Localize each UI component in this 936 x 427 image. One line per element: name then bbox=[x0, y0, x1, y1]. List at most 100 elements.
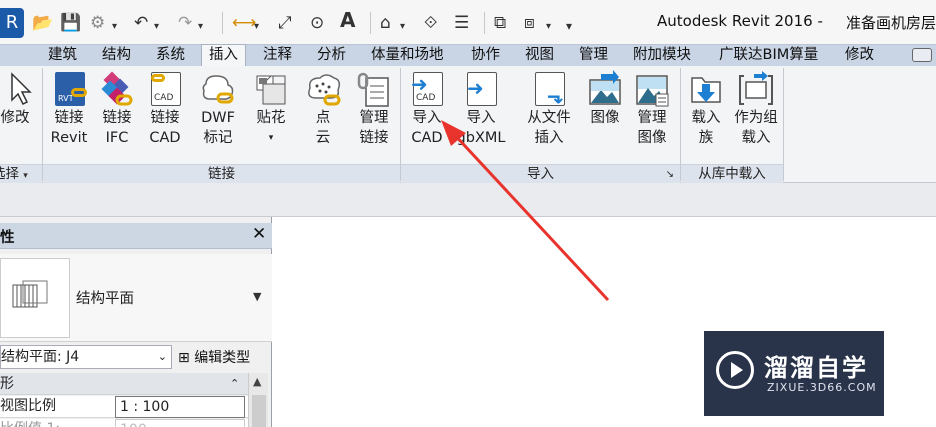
import-gbxml-button[interactable]: ➜ 导入 gbXML bbox=[453, 70, 509, 148]
tab-view[interactable]: 视图 bbox=[525, 45, 554, 67]
dialog-launcher-icon[interactable]: ↘ bbox=[666, 165, 674, 184]
property-group-header[interactable]: 形 ⌃ bbox=[0, 373, 248, 395]
import-gbxml-label-1: 导入 bbox=[466, 110, 496, 126]
chevron-down-icon: ▾ bbox=[23, 171, 28, 181]
scroll-up-icon[interactable]: ▲ bbox=[253, 375, 261, 388]
cursor-arrow-icon bbox=[4, 70, 34, 108]
load-family-button[interactable]: 载入 族 bbox=[686, 70, 726, 148]
import-panel-label-text: 导入 bbox=[527, 166, 554, 182]
dwf-markup-label-2: 标记 bbox=[203, 130, 233, 146]
insert-from-file-button[interactable]: ⬎ 从文件 插入 bbox=[521, 70, 577, 148]
dimension-icon[interactable]: ⤢ bbox=[278, 13, 292, 33]
link-ifc-label-1: 链接 bbox=[102, 110, 132, 126]
collapse-icon[interactable]: ⌃ bbox=[230, 373, 239, 395]
tab-analyze[interactable]: 分析 bbox=[317, 45, 346, 67]
link-revit-button[interactable]: RVT 链接 Revit bbox=[48, 70, 90, 148]
close-hidden-icon[interactable]: ⧉ bbox=[494, 13, 506, 33]
3d-view-icon[interactable]: ⌂ bbox=[380, 13, 391, 33]
load-as-group-icon bbox=[738, 70, 774, 108]
manage-images-icon bbox=[634, 70, 670, 108]
view-instance-selector[interactable]: 结构平面: J4 ⌄ bbox=[0, 345, 172, 369]
watermark-url: ZIXUE.3D66.COM bbox=[767, 381, 877, 394]
load-from-library-panel-label: 从库中载入 bbox=[681, 164, 783, 183]
chevron-down-icon[interactable]: ▾ bbox=[112, 17, 117, 37]
image-button[interactable]: 图像 bbox=[585, 70, 625, 128]
tab-modify[interactable]: 修改 bbox=[845, 45, 874, 67]
close-icon[interactable]: ✕ bbox=[252, 224, 266, 244]
sync-icon[interactable]: ⚙ bbox=[90, 13, 105, 33]
view-scale-input[interactable]: 1 : 100 bbox=[115, 396, 245, 418]
section-icon[interactable]: ⟐ bbox=[424, 13, 437, 33]
import-cad-button[interactable]: CAD ➜ 导入 CAD bbox=[405, 70, 449, 148]
type-selector[interactable]: 结构平面 ▼ bbox=[0, 254, 272, 342]
chevron-down-icon[interactable]: ▾ bbox=[254, 17, 259, 37]
tab-glodon-bim[interactable]: 广联达BIM算量 bbox=[719, 45, 818, 67]
point-cloud-label-1: 点 bbox=[315, 110, 331, 126]
tab-manage[interactable]: 管理 bbox=[579, 45, 608, 67]
link-panel: RVT 链接 Revit 链接 IFC CAD 链接 CAD DWF 标记 贴花… bbox=[43, 66, 400, 164]
switch-windows-icon[interactable]: ⧈ bbox=[524, 13, 535, 33]
edit-type-button[interactable]: ⊞ 编辑类型 bbox=[178, 347, 250, 367]
tab-collaborate[interactable]: 协作 bbox=[471, 45, 500, 67]
manage-images-label-2: 图像 bbox=[637, 130, 667, 146]
import-gbxml-label-2: gbXML bbox=[456, 130, 506, 146]
play-icon bbox=[716, 351, 754, 389]
modify-label: 修改 bbox=[0, 110, 30, 126]
chevron-down-icon[interactable]: ▾ bbox=[198, 17, 203, 37]
modify-button[interactable]: 修改 bbox=[0, 70, 38, 128]
redo-icon[interactable]: ↷ bbox=[178, 13, 192, 33]
tab-structure[interactable]: 结构 bbox=[102, 45, 131, 67]
toolbar-separator bbox=[370, 12, 371, 34]
tab-systems[interactable]: 系统 bbox=[156, 45, 185, 67]
measure-icon[interactable]: ⟷ bbox=[232, 13, 256, 33]
type-preview-image bbox=[0, 258, 70, 338]
type-name: 结构平面 bbox=[76, 291, 134, 307]
thin-lines-icon[interactable]: ☰ bbox=[454, 13, 469, 33]
chevron-down-icon[interactable]: ▾ bbox=[546, 17, 551, 37]
tab-addins[interactable]: 附加模块 bbox=[633, 45, 691, 67]
tab-annotate[interactable]: 注释 bbox=[263, 45, 292, 67]
decal-button[interactable]: 贴花 ▾ bbox=[251, 70, 291, 148]
app-title: Autodesk Revit 2016 - bbox=[657, 12, 823, 30]
load-as-group-label-2: 载入 bbox=[741, 130, 771, 146]
link-revit-icon: RVT bbox=[51, 70, 87, 108]
scrollbar-thumb[interactable] bbox=[252, 395, 266, 427]
link-cad-button[interactable]: CAD 链接 CAD bbox=[144, 70, 186, 148]
tab-massing-site[interactable]: 体量和场地 bbox=[371, 45, 444, 67]
properties-scrollbar[interactable]: ▲ bbox=[248, 373, 268, 427]
tab-architecture[interactable]: 建筑 bbox=[48, 45, 77, 67]
scale-value-input[interactable]: 100 bbox=[115, 419, 245, 427]
text-icon[interactable]: A bbox=[340, 10, 355, 30]
watermark-title: 溜溜自学 bbox=[764, 354, 868, 382]
select-panel: 修改 bbox=[0, 66, 40, 164]
select-panel-label[interactable]: 选择 ▾ bbox=[0, 164, 42, 183]
properties-header: 性 ✕ bbox=[0, 223, 272, 249]
chevron-down-icon[interactable]: ▾ bbox=[400, 17, 405, 37]
manage-links-button[interactable]: 管理 链接 bbox=[354, 70, 394, 148]
minimize-ribbon-button[interactable] bbox=[912, 48, 932, 62]
link-cad-label-2: CAD bbox=[149, 130, 181, 146]
dwf-markup-icon bbox=[200, 70, 236, 108]
customize-icon[interactable]: ▾ bbox=[566, 16, 572, 36]
undo-icon[interactable]: ↶ bbox=[134, 13, 148, 33]
point-cloud-button[interactable]: 点 云 bbox=[303, 70, 343, 148]
manage-images-button[interactable]: 管理 图像 bbox=[631, 70, 673, 148]
link-panel-label: 链接 bbox=[43, 164, 400, 183]
property-group-label: 形 bbox=[0, 376, 14, 392]
chevron-down-icon[interactable]: ▾ bbox=[154, 17, 159, 37]
load-as-group-button[interactable]: 作为组 载入 bbox=[731, 70, 781, 148]
save-icon[interactable]: 💾 bbox=[60, 13, 81, 33]
tab-insert[interactable]: 插入 bbox=[201, 44, 246, 68]
chevron-down-icon[interactable]: ▼ bbox=[253, 290, 261, 303]
open-icon[interactable]: 📂 bbox=[32, 13, 53, 33]
load-from-library-panel: 载入 族 作为组 载入 bbox=[681, 66, 783, 164]
application-menu-button[interactable]: R bbox=[0, 8, 24, 38]
property-row-scale-value: 比例值 1: 100 bbox=[0, 419, 248, 427]
title-bar: R 📂 💾 ⚙ ▾ ↶ ▾ ↷ ▾ ⟷ ▾ ⤢ ⊙ A ⌂ ▾ ⟐ ☰ ⧉ ⧈ … bbox=[0, 0, 936, 44]
link-ifc-label-2: IFC bbox=[105, 130, 129, 146]
load-family-label-2: 族 bbox=[698, 130, 714, 146]
dwf-markup-button[interactable]: DWF 标记 bbox=[196, 70, 240, 148]
link-ifc-button[interactable]: 链接 IFC bbox=[97, 70, 137, 148]
tag-icon[interactable]: ⊙ bbox=[310, 13, 324, 33]
link-revit-label-2: Revit bbox=[50, 130, 88, 146]
